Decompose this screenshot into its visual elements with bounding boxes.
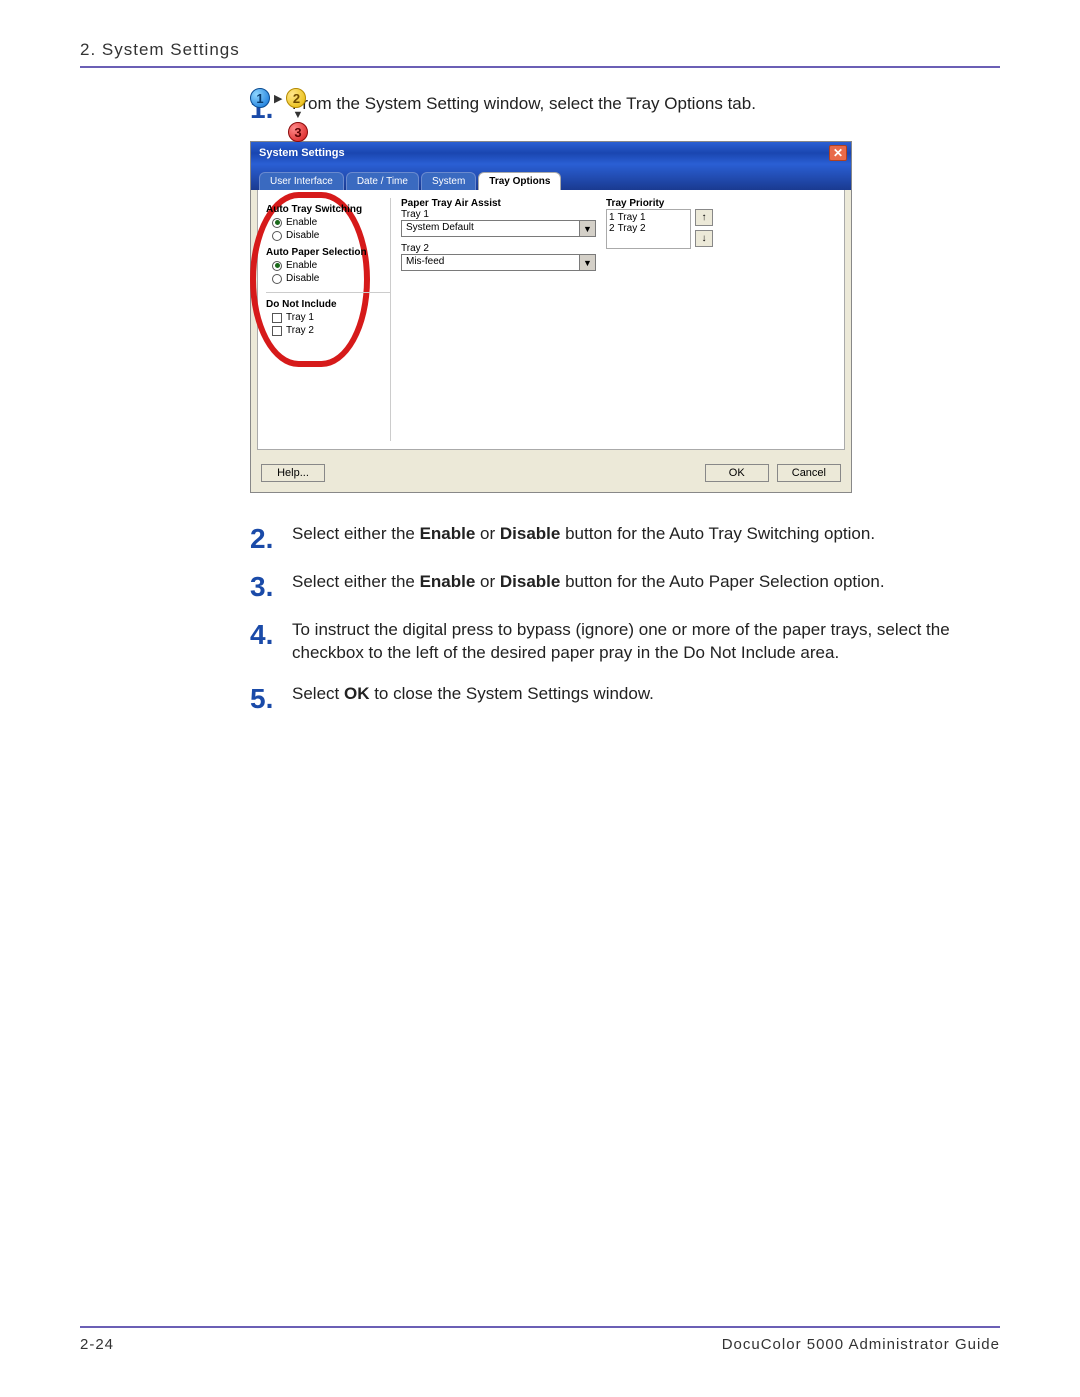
step-4-text: To instruct the digital press to bypass …: [292, 619, 1000, 665]
step-2-text: Select either the Enable or Disable butt…: [292, 523, 875, 553]
dialog-tabbar: User Interface Date / Time System Tray O…: [251, 164, 851, 190]
dialog-title: System Settings: [259, 147, 345, 159]
radio-label: Disable: [286, 273, 319, 284]
priority-index: 1: [609, 212, 615, 223]
help-button[interactable]: Help...: [261, 464, 325, 482]
system-settings-dialog: System Settings ✕ User Interface Date / …: [250, 141, 852, 493]
priority-label: Tray 2: [618, 223, 646, 234]
chevron-down-icon: ▼: [579, 221, 595, 236]
close-icon[interactable]: ✕: [829, 145, 847, 161]
paper-tray-air-assist-label: Paper Tray Air Assist: [401, 198, 596, 209]
page-number: 2-24: [80, 1336, 114, 1353]
radio-selected-icon: [272, 261, 282, 271]
radio-selected-icon: [272, 218, 282, 228]
auto-tray-switching-label: Auto Tray Switching: [266, 204, 384, 215]
auto-tray-enable-radio[interactable]: Enable: [272, 217, 384, 228]
list-item[interactable]: 2Tray 2: [609, 223, 688, 234]
dropdown-value: Mis-feed: [402, 255, 579, 270]
priority-index: 2: [609, 223, 615, 234]
checkbox-label: Tray 2: [286, 325, 314, 336]
radio-label: Enable: [286, 217, 317, 228]
step-5-number: 5.: [250, 683, 292, 713]
step-3-text: Select either the Enable or Disable butt…: [292, 571, 885, 601]
radio-icon: [272, 274, 282, 284]
header-rule: [80, 66, 1000, 68]
dialog-titlebar: System Settings ✕: [251, 142, 851, 164]
do-not-include-tray1-checkbox[interactable]: Tray 1: [272, 312, 384, 323]
tray-priority-label: Tray Priority: [606, 198, 836, 209]
panel-column-left: Auto Tray Switching Enable Disable Auto …: [266, 198, 391, 441]
checkbox-label: Tray 1: [286, 312, 314, 323]
chevron-down-icon: ▼: [579, 255, 595, 270]
badge-3-icon: 3: [288, 122, 308, 142]
radio-label: Enable: [286, 260, 317, 271]
checkbox-icon: [272, 326, 282, 336]
tab-date-time[interactable]: Date / Time: [346, 172, 419, 190]
radio-icon: [272, 231, 282, 241]
tray2-label: Tray 2: [401, 243, 596, 254]
step-badges-graphic: 1 ▶ 2 ▼ 3: [250, 88, 310, 142]
list-item[interactable]: 1Tray 1: [609, 212, 688, 223]
arrow-down-icon: ▼: [250, 109, 310, 121]
step-1: 1. From the System Setting window, selec…: [250, 93, 1000, 123]
auto-paper-enable-radio[interactable]: Enable: [272, 260, 384, 271]
tray1-label: Tray 1: [401, 209, 596, 220]
guide-title: DocuColor 5000 Administrator Guide: [722, 1336, 1000, 1353]
step-4: 4. To instruct the digital press to bypa…: [250, 619, 1000, 665]
tab-system[interactable]: System: [421, 172, 476, 190]
do-not-include-tray2-checkbox[interactable]: Tray 2: [272, 325, 384, 336]
step-1-text: From the System Setting window, select t…: [292, 93, 756, 123]
auto-paper-disable-radio[interactable]: Disable: [272, 273, 384, 284]
step-5-text: Select OK to close the System Settings w…: [292, 683, 654, 713]
step-2-number: 2.: [250, 523, 292, 553]
badge-1-icon: 1: [250, 88, 270, 108]
move-up-button[interactable]: ↑: [695, 209, 713, 226]
do-not-include-label: Do Not Include: [266, 299, 384, 310]
step-4-number: 4.: [250, 619, 292, 665]
tray-priority-list[interactable]: 1Tray 1 2Tray 2: [606, 209, 691, 249]
section-header: 2. System Settings: [80, 40, 1000, 60]
ok-button[interactable]: OK: [705, 464, 769, 482]
dropdown-value: System Default: [402, 221, 579, 236]
step-2: 2. Select either the Enable or Disable b…: [250, 523, 1000, 553]
panel-column-right: Tray Priority 1Tray 1 2Tray 2 ↑ ↓: [606, 198, 836, 441]
checkbox-icon: [272, 313, 282, 323]
cancel-button[interactable]: Cancel: [777, 464, 841, 482]
step-3: 3. Select either the Enable or Disable b…: [250, 571, 1000, 601]
move-down-button[interactable]: ↓: [695, 230, 713, 247]
arrow-right-icon: ▶: [274, 92, 282, 105]
page-footer: 2-24 DocuColor 5000 Administrator Guide: [80, 1326, 1000, 1353]
step-3-number: 3.: [250, 571, 292, 601]
radio-label: Disable: [286, 230, 319, 241]
tab-user-interface[interactable]: User Interface: [259, 172, 344, 190]
dialog-button-bar: Help... OK Cancel: [251, 456, 851, 492]
badge-2-icon: 2: [286, 88, 306, 108]
priority-label: Tray 1: [618, 212, 646, 223]
panel-column-middle: Paper Tray Air Assist Tray 1 System Defa…: [401, 198, 596, 441]
auto-paper-selection-label: Auto Paper Selection: [266, 247, 384, 258]
tab-tray-options[interactable]: Tray Options: [478, 172, 561, 190]
tray1-dropdown[interactable]: System Default ▼: [401, 220, 596, 237]
step-5: 5. Select OK to close the System Setting…: [250, 683, 1000, 713]
tray2-dropdown[interactable]: Mis-feed ▼: [401, 254, 596, 271]
auto-tray-disable-radio[interactable]: Disable: [272, 230, 384, 241]
footer-rule: [80, 1326, 1000, 1328]
